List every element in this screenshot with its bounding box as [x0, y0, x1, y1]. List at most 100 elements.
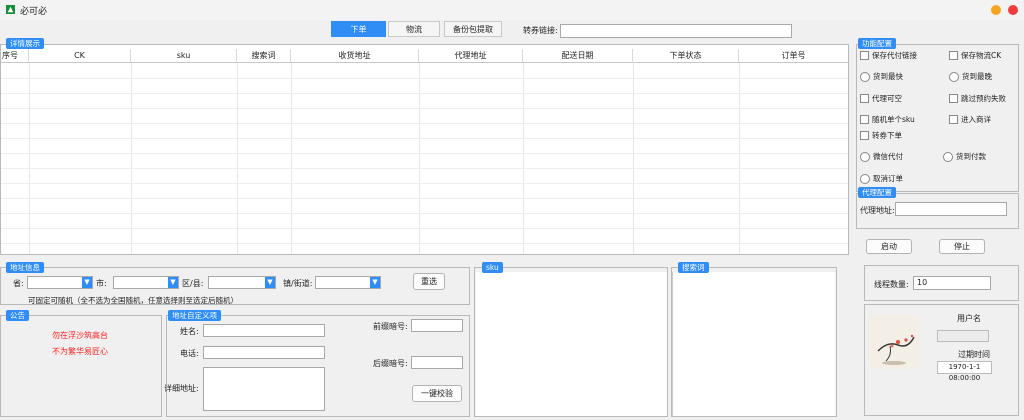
- column-header-index[interactable]: 序号: [1, 49, 29, 63]
- option-save-pay-link[interactable]: 保存代付链接: [860, 50, 917, 61]
- window-title: 必可必: [20, 7, 48, 17]
- one-click-verify-button[interactable]: 一键校验: [412, 385, 462, 402]
- column-header-ck[interactable]: CK: [29, 49, 131, 63]
- search-keyword-textarea[interactable]: [672, 272, 835, 416]
- grid-line: [1, 108, 848, 109]
- avatar: [868, 315, 920, 369]
- detail-address-label: 详细地址:: [164, 384, 199, 393]
- checkbox[interactable]: [860, 115, 869, 124]
- tab-order[interactable]: 下单: [331, 21, 386, 37]
- district-select[interactable]: ▼: [208, 276, 276, 289]
- chevron-down-icon: ▼: [168, 277, 178, 288]
- start-button[interactable]: 启动: [866, 239, 912, 254]
- minimize-button[interactable]: [991, 5, 1001, 15]
- radio[interactable]: [860, 71, 870, 82]
- city-select[interactable]: ▼: [113, 276, 179, 289]
- radio[interactable]: [949, 71, 959, 82]
- column-header-keyword[interactable]: 搜索词: [237, 49, 291, 63]
- option-fastest-delivery[interactable]: 货到最快: [860, 71, 903, 82]
- notice-line: 不为繁华易匠心: [52, 347, 108, 356]
- address-info-title: 地址信息: [6, 262, 44, 273]
- option-random-single-sku[interactable]: 随机单个sku: [860, 114, 915, 125]
- expire-time-label: 过期时间: [958, 350, 990, 359]
- tab-logistics[interactable]: 物流: [388, 21, 440, 37]
- thread-count-label: 线程数量:: [874, 280, 909, 289]
- grid-line: [1, 228, 848, 229]
- column-header-order-number[interactable]: 订单号: [739, 49, 848, 63]
- option-cash-on-delivery[interactable]: 货到付款: [943, 151, 986, 162]
- grid-line: [1, 153, 848, 154]
- proxy-address-label: 代理地址:: [860, 206, 895, 215]
- city-label: 市:: [96, 279, 107, 288]
- chevron-down-icon: ▼: [265, 277, 275, 288]
- prefix-code-label: 前缀暗号:: [373, 322, 408, 331]
- column-header-order-status[interactable]: 下单状态: [633, 49, 739, 63]
- close-button[interactable]: [1008, 5, 1018, 15]
- username-value: [937, 330, 989, 342]
- radio[interactable]: [860, 173, 870, 184]
- option-skip-reservation-fail[interactable]: 跳过预约失败: [949, 93, 1006, 104]
- prefix-code-input[interactable]: [411, 319, 463, 332]
- radio[interactable]: [943, 151, 953, 162]
- option-latest-delivery[interactable]: 货到最晚: [949, 71, 992, 82]
- notice-line: 勿在浮沙筑高台: [52, 331, 108, 340]
- grid-line: [1, 198, 848, 199]
- grid-line: [1, 93, 848, 94]
- grid-line: [1, 243, 848, 244]
- grid-line: [1, 213, 848, 214]
- random-note: 可固定可随机（全不选为全国随机，任意选择则至选定后随机）: [28, 296, 238, 305]
- expire-time-value: 1970-1-1 08:00:00: [937, 361, 992, 382]
- checkbox[interactable]: [860, 51, 869, 60]
- grid-line: [1, 78, 848, 79]
- username-label: 用户名: [957, 314, 981, 323]
- street-label: 镇/街道:: [283, 279, 313, 288]
- chevron-down-icon: ▼: [370, 277, 380, 288]
- checkbox[interactable]: [860, 131, 869, 140]
- name-input[interactable]: [203, 324, 325, 337]
- grid-line: [237, 63, 238, 254]
- sku-title: sku: [482, 262, 503, 273]
- voucher-link-input[interactable]: [560, 24, 792, 38]
- sku-textarea[interactable]: [476, 272, 667, 416]
- option-voucher-order[interactable]: 转券下单: [860, 130, 902, 141]
- column-header-sku[interactable]: sku: [131, 49, 237, 63]
- detail-address-input[interactable]: [203, 367, 325, 411]
- radio[interactable]: [860, 151, 870, 162]
- proxy-address-input[interactable]: [895, 202, 1007, 216]
- name-label: 姓名:: [180, 327, 199, 336]
- notice-title: 公告: [6, 310, 29, 321]
- phone-input[interactable]: [203, 346, 325, 359]
- street-select[interactable]: ▼: [315, 276, 381, 289]
- details-panel: [0, 44, 849, 255]
- stop-button[interactable]: 停止: [939, 239, 985, 254]
- grid-line: [1, 123, 848, 124]
- option-wechat-pay[interactable]: 微信代付: [860, 151, 903, 162]
- checkbox[interactable]: [949, 51, 958, 60]
- thread-count-input[interactable]: 10: [913, 276, 991, 290]
- column-header-delivery-date[interactable]: 配送日期: [523, 49, 633, 63]
- phone-label: 电话:: [180, 349, 199, 358]
- grid-line: [523, 63, 524, 254]
- province-label: 省:: [13, 279, 24, 288]
- option-cancel-order[interactable]: 取消订单: [860, 173, 903, 184]
- grid-line: [633, 63, 634, 254]
- grid-line: [29, 63, 30, 254]
- option-proxy-optional[interactable]: 代理可空: [860, 93, 902, 104]
- grid-line: [1, 183, 848, 184]
- voucher-link-label: 转券链接:: [523, 26, 558, 35]
- checkbox[interactable]: [949, 115, 958, 124]
- suffix-code-input[interactable]: [411, 356, 463, 369]
- province-select[interactable]: ▼: [27, 276, 93, 289]
- option-save-logistics-ck[interactable]: 保存物流CK: [949, 50, 1001, 61]
- column-header-shipping-address[interactable]: 收货地址: [291, 49, 419, 63]
- tab-backup-extract[interactable]: 备份包提取: [444, 21, 502, 37]
- reselect-button[interactable]: 重选: [413, 273, 445, 290]
- grid-line: [419, 63, 420, 254]
- app-logo-icon: [6, 5, 15, 14]
- option-enter-product-detail[interactable]: 进入商详: [949, 114, 991, 125]
- checkbox[interactable]: [949, 94, 958, 103]
- column-header-proxy-address[interactable]: 代理地址: [419, 49, 523, 63]
- custom-address-title: 地址自定义项: [168, 310, 221, 321]
- search-keyword-title: 搜索词: [678, 262, 709, 273]
- checkbox[interactable]: [860, 94, 869, 103]
